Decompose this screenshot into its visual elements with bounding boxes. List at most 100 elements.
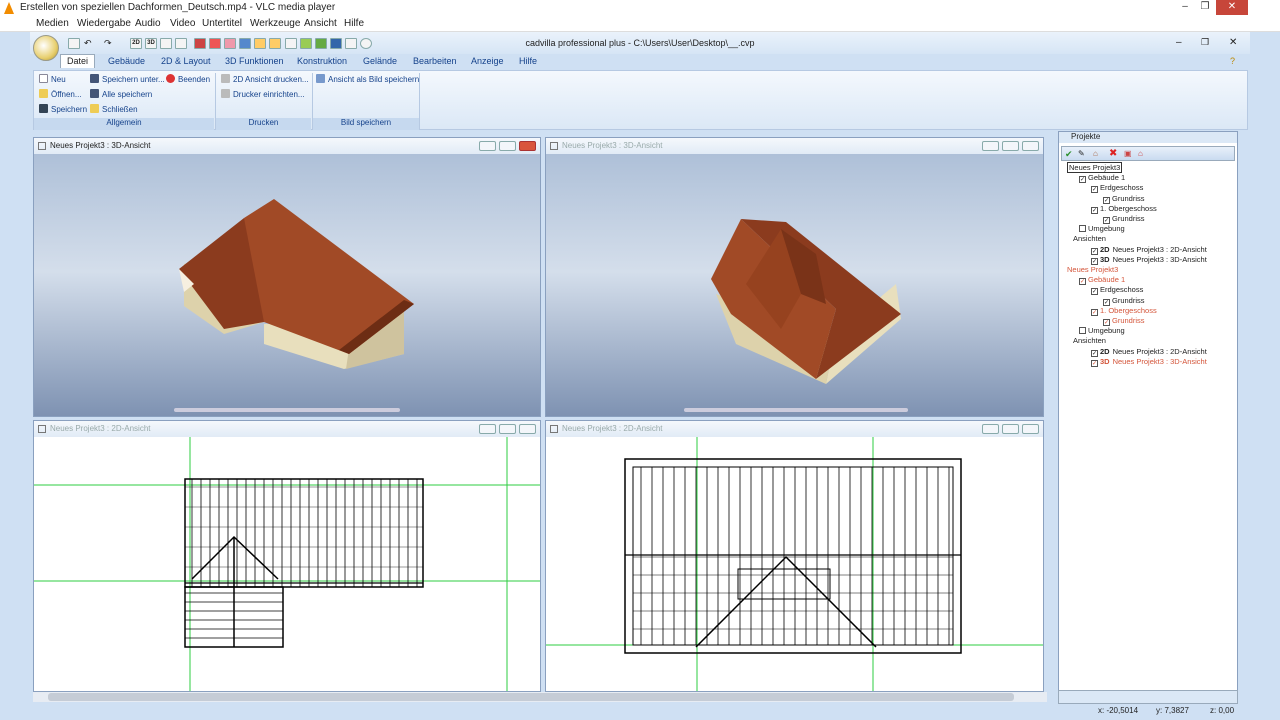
tree-node[interactable]: Neues Projekt3 [1067, 162, 1123, 173]
ansicht-als-bild-button[interactable]: Ansicht als Bild speichern [316, 74, 419, 84]
pane-minimize-button[interactable] [982, 141, 999, 151]
tree-node[interactable]: Umgebung [1079, 224, 1125, 233]
add-building-icon[interactable]: ⌂ [1138, 149, 1143, 158]
tree-node[interactable]: ✓ Gebäude 1 [1079, 275, 1125, 286]
check-icon[interactable]: ✔ [1065, 149, 1073, 160]
app-restore-icon[interactable]: ❐ [1201, 37, 1209, 48]
menu-video[interactable]: Video [170, 18, 195, 29]
redo-icon[interactable]: ↷ [104, 38, 116, 49]
tree-node[interactable]: ✓ Erdgeschoss [1091, 285, 1143, 296]
3d-viewport[interactable] [34, 154, 540, 416]
tree-node[interactable]: Ansichten [1073, 336, 1106, 345]
tree-node[interactable]: ✓ 2D Neues Projekt3 : 2D-Ansicht [1091, 245, 1207, 255]
restore-icon[interactable]: ❐ [1196, 0, 1214, 15]
delete-icon[interactable]: ✖ [1109, 148, 1117, 159]
schliessen-button[interactable]: Schließen [90, 104, 138, 114]
view-2d-button[interactable]: 2D [130, 38, 142, 49]
tab-gelaende[interactable]: Gelände [363, 56, 397, 66]
2d-viewport[interactable] [34, 437, 540, 691]
eraser-icon[interactable] [345, 38, 357, 49]
tab-gebaeude[interactable]: Gebäude [108, 56, 145, 66]
tab-bearbeiten[interactable]: Bearbeiten [413, 56, 457, 66]
tree-checkbox[interactable]: ✓ [1091, 257, 1098, 265]
tree-checkbox[interactable]: ✓ [1091, 186, 1098, 194]
paint-icon[interactable] [330, 38, 342, 49]
pane-maximize-button[interactable] [1002, 141, 1019, 151]
floor-icon[interactable]: ▣ [1124, 149, 1132, 158]
tree-node[interactable]: ✓ 1. Obergeschoss [1091, 204, 1157, 214]
undo-icon[interactable]: ↶ [84, 38, 96, 49]
tree-node[interactable]: ✓ Grundriss [1103, 296, 1145, 306]
magnet-icon[interactable] [209, 38, 221, 49]
menu-wiedergabe[interactable]: Wiedergabe [77, 18, 131, 29]
pane-maximize-button[interactable] [499, 424, 516, 434]
tree-checkbox[interactable]: ✓ [1091, 349, 1098, 357]
tree-checkbox[interactable]: ✓ [1103, 196, 1110, 204]
pane-maximize-button[interactable] [1002, 424, 1019, 434]
tree-node[interactable]: Neues Projekt3 [1067, 265, 1118, 274]
tree-checkbox[interactable]: ✓ [1091, 206, 1098, 214]
tree-node[interactable]: ✓ 2D Neues Projekt3 : 2D-Ansicht [1091, 347, 1207, 357]
globe-icon[interactable] [360, 38, 372, 49]
2d-ansicht-drucken-button[interactable]: 2D Ansicht drucken... [221, 74, 309, 84]
menu-hilfe[interactable]: Hilfe [344, 18, 364, 29]
menu-werkzeuge[interactable]: Werkzeuge [250, 18, 300, 29]
tree-checkbox[interactable]: ✓ [1091, 308, 1098, 316]
speichern-button[interactable]: Speichern [39, 104, 87, 114]
app-minimize-icon[interactable]: – [1176, 37, 1182, 48]
tree-checkbox[interactable]: ✓ [1091, 247, 1098, 255]
minimize-icon[interactable]: – [1176, 0, 1194, 15]
menu-untertitel[interactable]: Untertitel [202, 18, 242, 29]
tree-checkbox[interactable]: ✓ [1079, 278, 1086, 286]
tab-2d-layout[interactable]: 2D & Layout [161, 56, 211, 66]
2d-viewport[interactable] [546, 437, 1043, 691]
pane-3d-right[interactable]: Neues Projekt3 : 3D-Ansicht [545, 137, 1044, 417]
tab-datei[interactable]: Datei [60, 54, 96, 68]
edit-icon[interactable]: ✎ [1078, 149, 1085, 158]
pane-close-button[interactable] [1022, 141, 1039, 151]
copy-icon[interactable] [285, 38, 297, 49]
tab-konstruktion[interactable]: Konstruktion [297, 56, 347, 66]
pane-minimize-button[interactable] [479, 424, 496, 434]
cadvilla-logo-icon[interactable] [33, 35, 59, 61]
layout2-icon[interactable] [175, 38, 187, 49]
tree-node[interactable]: ✓ Erdgeschoss [1091, 183, 1143, 194]
wall-icon[interactable] [194, 38, 206, 49]
close-icon[interactable]: ✕ [1216, 0, 1248, 15]
oeffnen-button[interactable]: Öffnen... [39, 89, 82, 99]
layout-icon[interactable] [160, 38, 172, 49]
neu-button[interactable]: Neu [39, 74, 66, 84]
pane-2d-right[interactable]: Neues Projekt3 : 2D-Ansicht [545, 420, 1044, 692]
snap-icon[interactable] [224, 38, 236, 49]
move-icon[interactable] [315, 38, 327, 49]
pane-2d-left[interactable]: Neues Projekt3 : 2D-Ansicht [33, 420, 541, 692]
pane-close-button[interactable] [519, 141, 536, 151]
tree-node[interactable]: ✓ 1. Obergeschoss [1091, 306, 1157, 316]
help-pin-icon[interactable]: ? [1230, 56, 1235, 66]
speichern-unter-button[interactable]: Speichern unter... [90, 74, 165, 84]
tree-node[interactable]: ✓ Gebäude 1 [1079, 173, 1125, 184]
tab-anzeige[interactable]: Anzeige [471, 56, 504, 66]
drucker-einrichten-button[interactable]: Drucker einrichten... [221, 89, 305, 99]
building-icon[interactable]: ⌂ [1093, 149, 1098, 158]
3d-viewport[interactable] [546, 154, 1043, 416]
pane-minimize-button[interactable] [982, 424, 999, 434]
tree-node[interactable]: ✓ Grundriss [1103, 194, 1145, 204]
tree-node[interactable]: ✓ Grundriss [1103, 316, 1145, 326]
beenden-button[interactable]: Beenden [166, 74, 210, 84]
tree-node[interactable]: ✓ Grundriss [1103, 214, 1145, 224]
tree-checkbox[interactable]: ✓ [1103, 298, 1110, 306]
tree-node[interactable]: ✓ 3D Neues Projekt3 : 3D-Ansicht [1091, 357, 1207, 367]
tree-icon[interactable] [300, 38, 312, 49]
pane-close-button[interactable] [519, 424, 536, 434]
tree-checkbox[interactable]: ✓ [1091, 288, 1098, 296]
tree-checkbox[interactable] [1079, 225, 1086, 233]
columns-icon[interactable] [239, 38, 251, 49]
tree-checkbox[interactable]: ✓ [1079, 176, 1086, 184]
pane-maximize-button[interactable] [499, 141, 516, 151]
menu-medien[interactable]: Medien [36, 18, 69, 29]
app-close-icon[interactable]: ✕ [1229, 37, 1237, 48]
tree-node[interactable]: Umgebung [1079, 326, 1125, 335]
menu-ansicht[interactable]: Ansicht [304, 18, 337, 29]
scrollbar-thumb[interactable] [48, 693, 1014, 701]
